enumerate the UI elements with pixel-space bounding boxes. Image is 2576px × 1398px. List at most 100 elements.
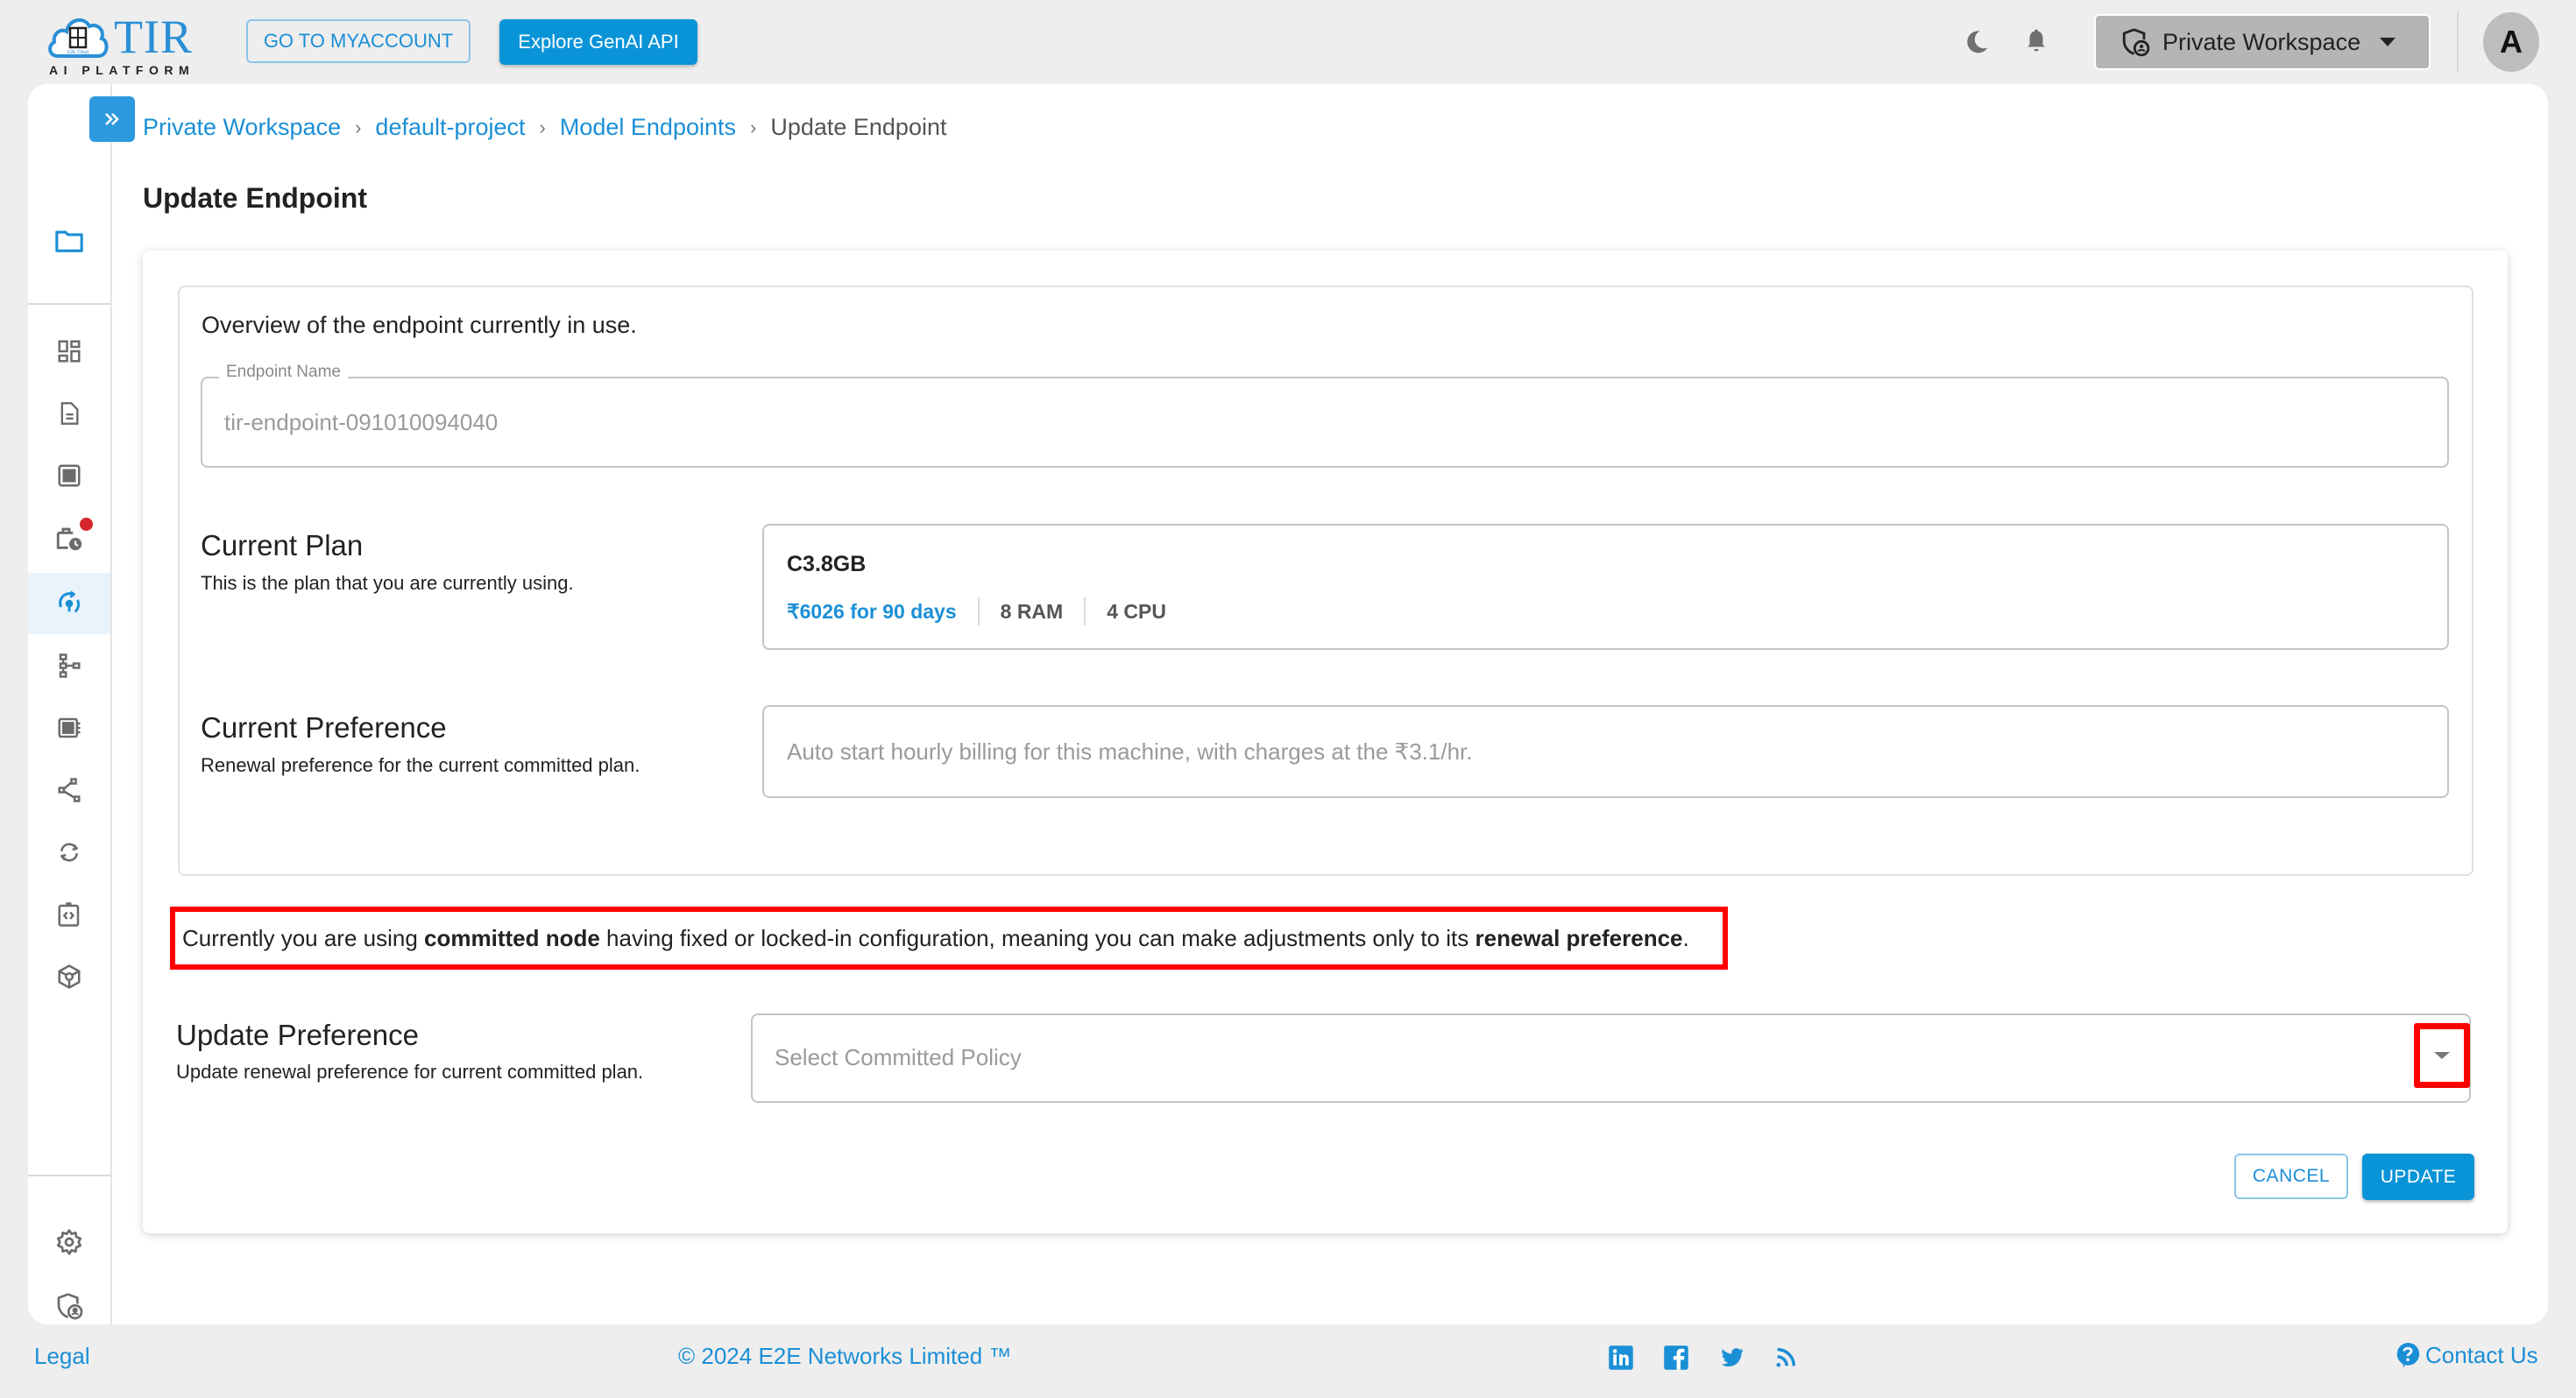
dark-mode-toggle[interactable]	[1961, 26, 1992, 58]
endpoint-name-field[interactable]	[201, 377, 2449, 468]
sidebar-divider-bottom	[28, 1175, 110, 1176]
endpoint-name-label: Endpoint Name	[219, 363, 348, 382]
sidebar-item-access[interactable]	[28, 1275, 110, 1337]
sidebar-item-registry[interactable]	[28, 946, 110, 1007]
twitter-icon	[1721, 1348, 1744, 1366]
plan-cpu: 4 CPU	[1107, 599, 1166, 623]
sidebar-item-api[interactable]	[28, 884, 110, 945]
committed-policy-placeholder: Select Committed Policy	[775, 1044, 1022, 1070]
sidebar-item-notebooks[interactable]	[28, 383, 110, 444]
go-to-myaccount-button[interactable]: GO TO MYACCOUNT	[246, 19, 471, 63]
notice-bold-committed-node: committed node	[424, 924, 600, 951]
breadcrumb: Private Workspace › default-project › Mo…	[143, 114, 946, 141]
workspace-selector[interactable]: Private Workspace	[2094, 14, 2431, 70]
breadcrumb-current: Update Endpoint	[770, 114, 947, 140]
endpoint-name-value: tir-endpoint-091010094040	[224, 409, 499, 435]
plan-ram: 8 RAM	[1000, 599, 1064, 623]
linkedin-link[interactable]	[1607, 1344, 1635, 1372]
moon-icon	[1967, 31, 1988, 53]
dashboard-icon	[58, 340, 81, 363]
facebook-link[interactable]	[1662, 1344, 1690, 1372]
notification-badge	[80, 518, 93, 531]
facebook-icon	[1664, 1345, 1688, 1370]
update-button[interactable]: UPDATE	[2362, 1154, 2474, 1200]
sidebar-item-dashboard[interactable]	[28, 321, 110, 382]
notice-text: .	[1682, 924, 1689, 951]
cancel-button[interactable]: CANCEL	[2234, 1154, 2348, 1199]
cloud-logo-icon: E2E Cloud	[48, 18, 109, 58]
pipeline-icon	[59, 653, 81, 678]
twitter-link[interactable]	[1717, 1344, 1745, 1372]
notice-text: Currently you are using	[182, 924, 425, 951]
briefcase-clock-icon	[56, 527, 82, 551]
dataset-icon	[58, 717, 81, 738]
contact-us-label: Contact Us	[2425, 1341, 2538, 1368]
svg-text:E2E Cloud: E2E Cloud	[67, 50, 88, 55]
explore-genai-api-button[interactable]: Explore GenAI API	[499, 19, 697, 65]
settings-icon	[57, 1229, 81, 1255]
sidebar-divider	[28, 303, 110, 305]
cube-icon	[58, 964, 81, 989]
breadcrumb-separator: ›	[539, 116, 546, 138]
plan-price: ₹6026 for 90 days	[787, 599, 957, 623]
update-preference-description: Update renewal preference for current co…	[176, 1061, 644, 1083]
current-preference-title: Current Preference	[201, 711, 447, 744]
sidebar-item-datasets[interactable]	[28, 697, 110, 759]
rss-icon	[1776, 1347, 1796, 1367]
sidebar-item-projects[interactable]	[28, 210, 110, 272]
expand-sidebar-button[interactable]	[89, 96, 135, 142]
breadcrumb-separator: ›	[750, 116, 757, 138]
legal-link[interactable]: Legal	[34, 1343, 90, 1370]
double-chevron-right-icon	[105, 113, 119, 125]
tir-logo[interactable]: E2E Cloud TIR AI PLATFORM	[46, 11, 203, 77]
user-avatar[interactable]: A	[2483, 12, 2539, 72]
linkedin-icon	[1609, 1345, 1633, 1370]
model-endpoint-icon	[59, 590, 81, 613]
current-plan-title: Current Plan	[201, 529, 364, 561]
breadcrumb-private-workspace[interactable]: Private Workspace	[143, 114, 341, 141]
policy-dropdown-toggle[interactable]	[2414, 1023, 2470, 1088]
share-nodes-icon	[58, 778, 81, 802]
sidebar	[28, 84, 112, 1324]
current-preference-value: Auto start hourly billing for this machi…	[787, 738, 1473, 765]
sidebar-item-pipelines[interactable]	[28, 635, 110, 696]
notice-text: having fixed or locked-in configuration,…	[599, 924, 1476, 951]
rss-link[interactable]	[1772, 1344, 1800, 1372]
code-clipboard-icon	[58, 902, 80, 927]
plan-detail-separator	[977, 597, 980, 625]
sidebar-item-training[interactable]	[28, 507, 110, 568]
plan-details: ₹6026 for 90 days 8 RAM 4 CPU	[787, 597, 1166, 625]
contact-us-link[interactable]: Contact Us	[2396, 1341, 2538, 1369]
caret-down-icon	[2434, 1052, 2450, 1059]
breadcrumb-model-endpoints[interactable]: Model Endpoints	[560, 114, 736, 141]
notice-bold-renewal-preference: renewal preference	[1475, 924, 1683, 951]
workspace-selector-label: Private Workspace	[2162, 28, 2361, 55]
breadcrumb-default-project[interactable]: default-project	[375, 114, 525, 141]
sidebar-item-sync[interactable]	[28, 822, 110, 883]
sidebar-item-model-endpoints[interactable]	[28, 573, 110, 634]
plan-detail-separator	[1084, 597, 1086, 625]
committed-node-notice: Currently you are using committed node h…	[170, 907, 1728, 970]
copyright-text: © 2024 E2E Networks Limited ™	[678, 1343, 1012, 1369]
update-preference-title: Update Preference	[176, 1019, 420, 1051]
plan-name: C3.8GB	[787, 552, 867, 576]
breadcrumb-separator: ›	[355, 116, 362, 138]
folder-icon	[55, 230, 83, 252]
sidebar-item-apps[interactable]	[28, 445, 110, 506]
current-preference-description: Renewal preference for the current commi…	[201, 754, 640, 776]
current-plan-box	[762, 524, 2449, 650]
sidebar-item-integrations[interactable]	[28, 759, 110, 821]
sync-icon	[60, 843, 78, 862]
sidebar-item-settings[interactable]	[28, 1211, 110, 1273]
grid-icon	[58, 464, 81, 487]
logo-title: TIR	[114, 11, 193, 63]
shield-user-icon	[57, 1293, 83, 1320]
page-title: Update Endpoint	[143, 182, 367, 214]
caret-down-icon	[2380, 38, 2396, 46]
header-divider	[2457, 12, 2459, 72]
shield-user-icon	[2122, 28, 2150, 57]
help-circle-icon	[2396, 1342, 2420, 1368]
document-icon	[60, 402, 79, 425]
notifications-button[interactable]	[2020, 25, 2052, 56]
bell-icon	[2028, 29, 2045, 52]
